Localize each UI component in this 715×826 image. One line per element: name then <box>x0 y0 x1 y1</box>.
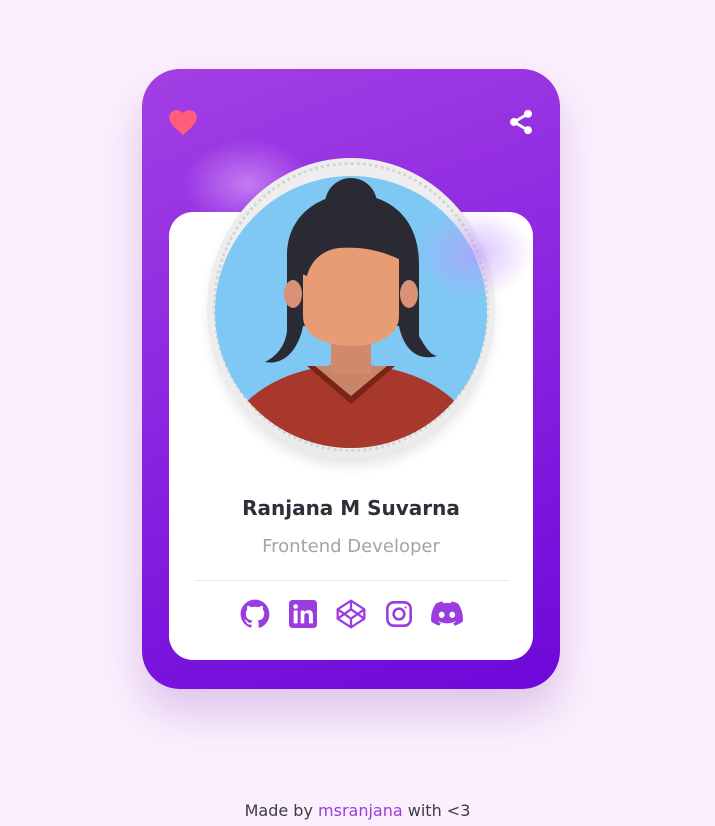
footer: Made by msranjana with <3 <box>0 801 715 820</box>
profile-role: Frontend Developer <box>262 536 440 557</box>
github-icon <box>240 599 270 628</box>
linkedin-icon <box>289 600 317 628</box>
like-button[interactable] <box>166 105 200 139</box>
footer-prefix: Made by <box>244 801 313 820</box>
profile-card: Ranjana M Suvarna Frontend Developer <box>142 69 560 689</box>
discord-link[interactable] <box>431 598 463 630</box>
discord-icon <box>431 601 463 626</box>
avatar-illustration <box>215 176 487 448</box>
github-link[interactable] <box>239 598 271 630</box>
instagram-icon <box>386 601 412 627</box>
social-links <box>142 596 560 632</box>
footer-suffix: with <3 <box>407 801 471 820</box>
linkedin-link[interactable] <box>287 598 319 630</box>
heart-icon <box>169 110 197 136</box>
share-icon <box>510 109 532 135</box>
avatar <box>215 176 487 448</box>
codepen-icon <box>336 599 366 629</box>
profile-name: Ranjana M Suvarna <box>242 496 460 520</box>
author-link[interactable]: msranjana <box>318 801 403 820</box>
share-button[interactable] <box>506 107 536 137</box>
divider <box>195 580 509 581</box>
codepen-link[interactable] <box>335 598 367 630</box>
instagram-link[interactable] <box>383 598 415 630</box>
